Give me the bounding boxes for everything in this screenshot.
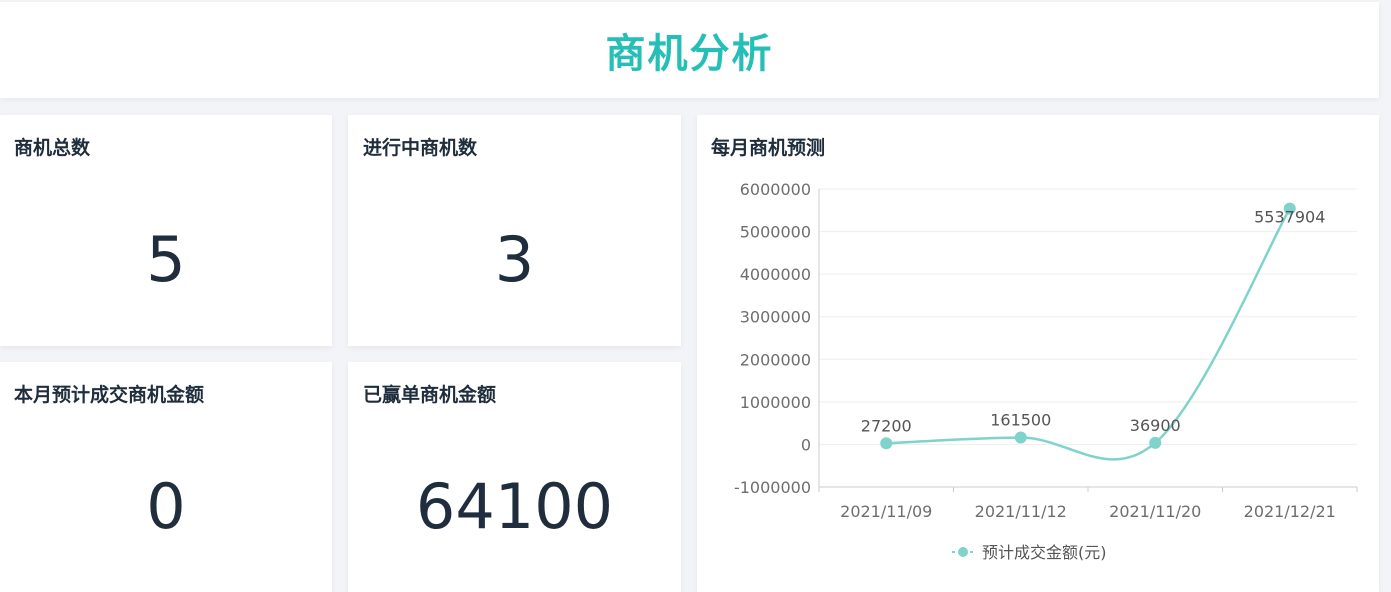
x-tick-label: 2021/11/12 — [975, 502, 1067, 521]
in-progress-opportunities-card: 进行中商机数 3 — [348, 115, 681, 346]
data-label: 5537904 — [1254, 208, 1325, 227]
data-label: 36900 — [1130, 416, 1181, 435]
y-tick-label: 0 — [801, 435, 811, 454]
y-tick-label: 5000000 — [740, 223, 811, 242]
won-amount-card: 已赢单商机金额 64100 — [348, 362, 681, 592]
y-tick-label: 3000000 — [740, 308, 811, 327]
y-tick-label: 2000000 — [740, 350, 811, 369]
card-value: 3 — [494, 223, 535, 296]
y-tick-label: 1000000 — [740, 393, 811, 412]
series-line — [886, 208, 1291, 461]
data-point — [1149, 436, 1162, 449]
monthly-expected-amount-card: 本月预计成交商机金额 0 — [0, 362, 332, 592]
card-title: 商机总数 — [14, 137, 91, 159]
total-opportunities-card: 商机总数 5 — [0, 115, 332, 346]
forecast-line-chart: 6000000 5000000 4000000 3000000 2000000 10000… — [734, 180, 1358, 562]
legend-label: 预计成交金额(元) — [982, 543, 1107, 562]
x-tick-label: 2021/12/21 — [1244, 502, 1336, 521]
data-point — [880, 437, 893, 450]
x-tick-label: 2021/11/09 — [840, 502, 932, 521]
y-tick-label: -1000000 — [734, 478, 811, 497]
card-title: 已赢单商机金额 — [363, 384, 497, 406]
card-title: 本月预计成交商机金额 — [14, 384, 205, 406]
x-tick-label: 2021/11/20 — [1109, 502, 1201, 521]
data-label: 27200 — [861, 416, 912, 435]
y-tick-label: 6000000 — [740, 180, 811, 199]
data-point — [1014, 431, 1027, 444]
y-tick-label: 4000000 — [740, 265, 811, 284]
page-title: 商机分析 — [605, 31, 774, 77]
card-value: 5 — [146, 223, 186, 296]
data-label: 161500 — [990, 411, 1051, 430]
card-value: 64100 — [415, 470, 614, 543]
legend-marker — [958, 547, 968, 557]
card-value: 0 — [146, 470, 186, 543]
monthly-forecast-chart-card: 每月商机预测 6000000 5000000 4000000 3000000 20000… — [697, 115, 1379, 592]
card-title: 进行中商机数 — [363, 137, 478, 159]
page-header: 商机分析 — [0, 2, 1379, 98]
